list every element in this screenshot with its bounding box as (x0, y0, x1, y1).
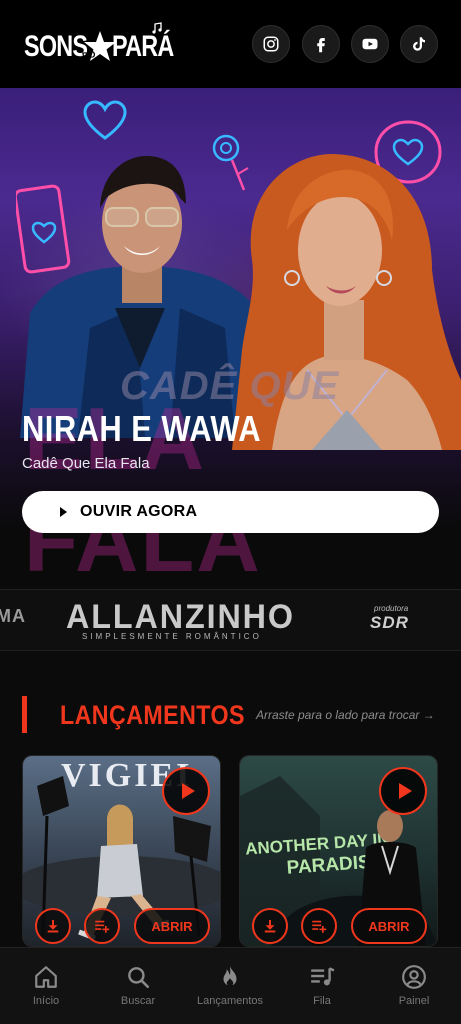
card-play-button[interactable] (162, 767, 210, 815)
release-card[interactable]: VIGIEI ABRIR (22, 755, 221, 947)
tiktok-button[interactable] (400, 25, 438, 63)
nav-item-home[interactable]: Início (0, 948, 92, 1024)
partner-logo-sdr-top: produtora (374, 604, 409, 613)
facebook-button[interactable] (302, 25, 340, 63)
nav-item-queue[interactable]: Fila (276, 948, 368, 1024)
hero-banner[interactable]: CADÊ QUE ELA FALA NIRAH E WAWA Cadê Que … (0, 88, 461, 588)
home-icon (35, 966, 57, 988)
instagram-icon (263, 36, 279, 52)
add-to-queue-button[interactable] (301, 908, 337, 944)
nav-label-releases: Lançamentos (196, 995, 264, 1007)
download-button[interactable] (35, 908, 71, 944)
youtube-button[interactable] (351, 25, 389, 63)
facebook-icon (317, 38, 325, 53)
partner-logo-left[interactable]: MA (0, 606, 26, 627)
listen-now-label: OUVIR AGORA (80, 503, 198, 520)
partner-logo-sdr[interactable]: produtora SDR (358, 604, 434, 636)
nav-label-dashboard: Painel (398, 995, 430, 1007)
partners-carousel[interactable]: MA V ALLANZINHO SIMPLESMENTE ROMÂNTICO p… (0, 589, 461, 651)
logo-text-mid: DO (81, 49, 97, 61)
bottom-navigation: Início Buscar Lançamentos Fila Painel (0, 947, 461, 1024)
nav-item-dashboard[interactable]: Painel (368, 948, 460, 1024)
swipe-hint: Arraste para o lado para trocar → (256, 708, 435, 722)
nav-label-home: Início (32, 995, 60, 1007)
nav-item-search[interactable]: Buscar (92, 948, 184, 1024)
play-icon (398, 783, 412, 799)
tiktok-icon (413, 37, 425, 51)
instagram-button[interactable] (252, 25, 290, 63)
app-header: SONS DO PARÁ (0, 0, 461, 88)
hero-song-title: Cadê Que Ela Fala (22, 455, 150, 472)
nav-label-queue: Fila (313, 995, 331, 1007)
add-to-queue-button[interactable] (84, 908, 120, 944)
playlist-add-icon (95, 920, 110, 933)
hero-artist-name: NIRAH E WAWA (22, 408, 262, 449)
neon-heart-icon (83, 100, 127, 140)
partner-logo-sdr-main: SDR (370, 613, 409, 632)
play-icon (60, 507, 67, 517)
section-accent-bar (22, 696, 27, 733)
playlist-add-icon (312, 920, 327, 933)
download-button[interactable] (252, 908, 288, 944)
sons-do-para-logo[interactable]: SONS DO PARÁ (24, 22, 174, 68)
listen-now-button[interactable]: OUVIR AGORA (22, 491, 439, 533)
music-note-icon (152, 22, 162, 34)
youtube-icon (362, 38, 378, 50)
nav-label-search: Buscar (120, 995, 156, 1007)
releases-section-title: LANÇAMENTOS (60, 700, 245, 730)
queue-icon (311, 967, 335, 986)
logo-text-left: SONS (24, 30, 88, 63)
open-button[interactable]: ABRIR (351, 908, 427, 944)
download-icon (47, 920, 59, 933)
download-icon (264, 920, 276, 933)
card-play-button[interactable] (379, 767, 427, 815)
open-button[interactable]: ABRIR (134, 908, 210, 944)
release-card[interactable]: ANOTHER DAY IN PARADISE ABRIR (239, 755, 438, 947)
flame-icon (223, 966, 237, 987)
profile-icon (402, 965, 426, 989)
logo-text-right: PARÁ (112, 30, 174, 63)
nav-item-releases[interactable]: Lançamentos (184, 948, 276, 1024)
partner-logo-allanzinho-sub: SIMPLESMENTE ROMÂNTICO (82, 632, 262, 641)
search-icon (128, 967, 150, 989)
play-icon (181, 783, 195, 799)
